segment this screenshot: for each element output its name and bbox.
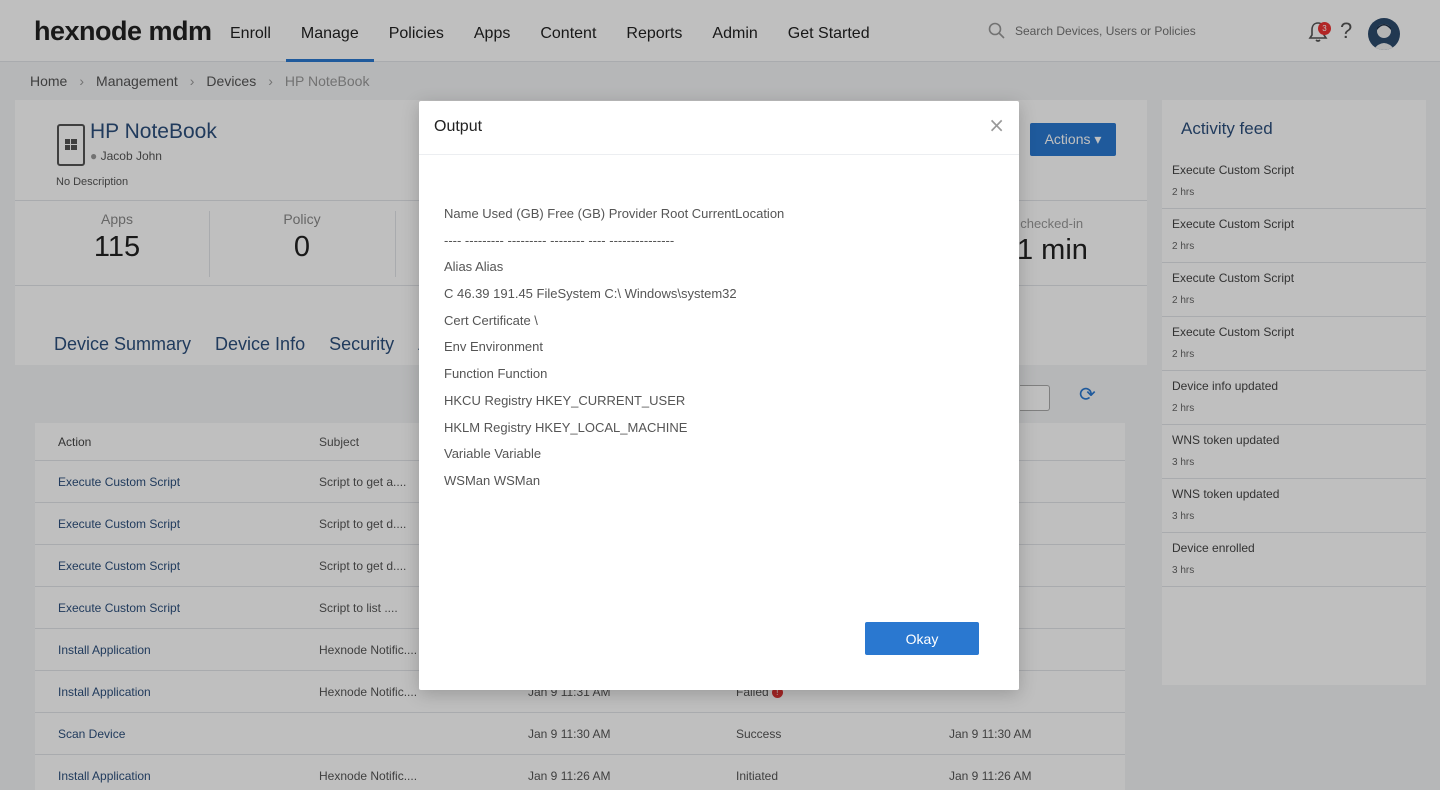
okay-button[interactable]: Okay — [865, 622, 979, 655]
output-line: HKCU Registry HKEY_CURRENT_USER — [444, 392, 686, 408]
output-line: Env Environment — [444, 339, 543, 355]
output-line: ---- --------- --------- -------- ---- -… — [444, 232, 675, 248]
modal-title: Output — [434, 118, 483, 135]
script-output: Name Used (GB) Free (GB) Provider Root C… — [444, 204, 784, 498]
close-icon[interactable]: × — [988, 113, 1005, 137]
output-line: Cert Certificate \ — [444, 312, 538, 328]
output-line: Alias Alias — [444, 259, 504, 275]
output-line: HKLM Registry HKEY_LOCAL_MACHINE — [444, 419, 688, 435]
output-line: Variable Variable — [444, 446, 542, 462]
output-line: WSMan WSMan — [444, 472, 541, 488]
output-modal: Output × Name Used (GB) Free (GB) Provid… — [419, 101, 1019, 690]
output-line: Name Used (GB) Free (GB) Provider Root C… — [444, 206, 785, 221]
output-line: Function Function — [444, 366, 548, 382]
modal-header: Output × — [419, 101, 1019, 155]
output-line: C 46.39 191.45 FileSystem C:\ Windows\sy… — [444, 286, 737, 302]
